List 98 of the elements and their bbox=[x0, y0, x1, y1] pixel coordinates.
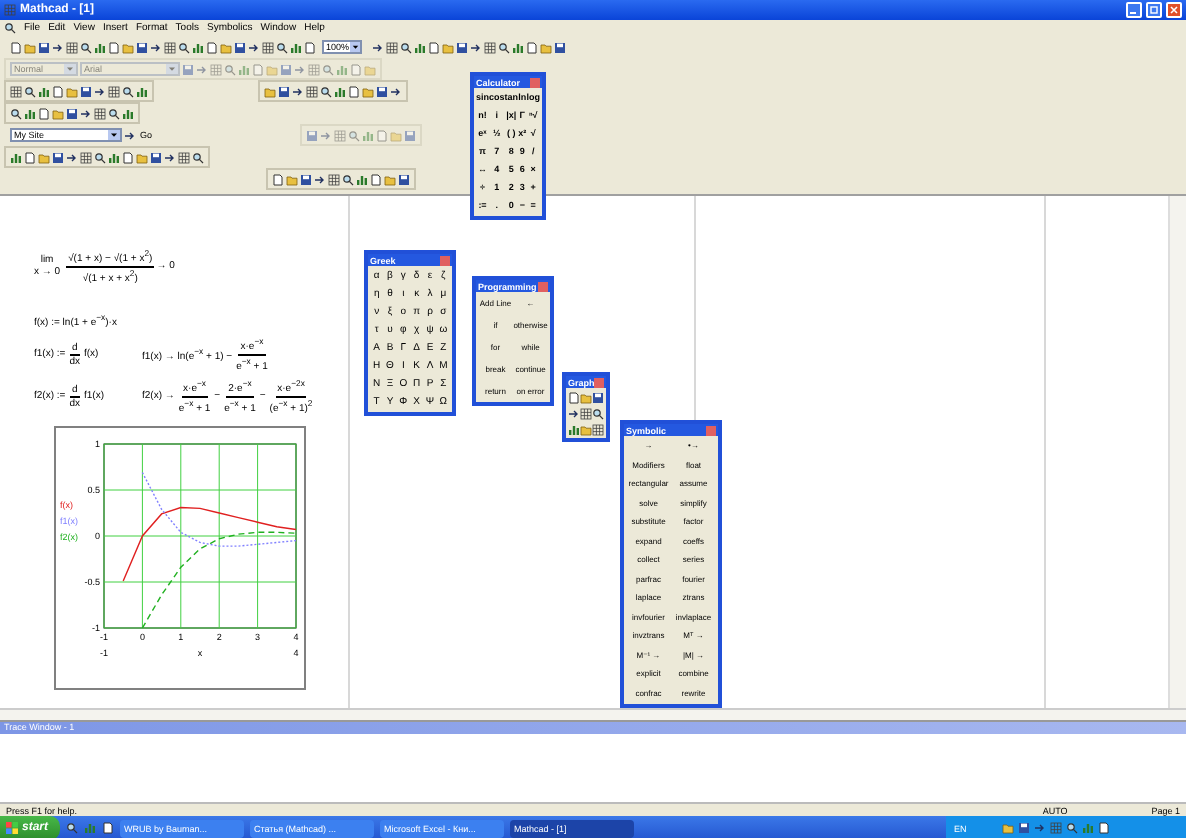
arrow-icon[interactable] bbox=[248, 41, 260, 53]
bar-chart-icon[interactable] bbox=[108, 151, 120, 163]
disk-icon[interactable] bbox=[300, 173, 312, 185]
dropdown-arrow-icon[interactable] bbox=[349, 42, 360, 52]
disk-icon[interactable] bbox=[592, 391, 604, 403]
grid-icon[interactable] bbox=[306, 85, 318, 97]
bar-chart-icon[interactable] bbox=[24, 107, 36, 119]
arrow-icon[interactable] bbox=[292, 85, 304, 97]
horizontal-scrollbar[interactable] bbox=[0, 708, 1186, 720]
arrow-icon[interactable] bbox=[94, 85, 106, 97]
document-icon[interactable] bbox=[304, 41, 316, 53]
document-icon[interactable] bbox=[24, 151, 36, 163]
bar-chart-icon[interactable] bbox=[38, 85, 50, 97]
document-icon[interactable] bbox=[428, 41, 440, 53]
search-icon[interactable] bbox=[4, 22, 16, 34]
arrow-icon[interactable] bbox=[150, 41, 162, 53]
close-icon bbox=[1170, 6, 1178, 14]
document-icon[interactable] bbox=[108, 41, 120, 53]
arrow-icon[interactable] bbox=[470, 41, 482, 53]
document-icon[interactable] bbox=[526, 41, 538, 53]
arrow-icon[interactable] bbox=[80, 107, 92, 119]
grid-icon[interactable] bbox=[386, 41, 398, 53]
search-icon[interactable] bbox=[276, 41, 288, 53]
bar-chart-icon[interactable] bbox=[94, 41, 106, 53]
search-icon[interactable] bbox=[342, 173, 354, 185]
bar-chart-icon[interactable] bbox=[414, 41, 426, 53]
search-icon[interactable] bbox=[178, 41, 190, 53]
document-icon[interactable] bbox=[1098, 822, 1111, 834]
grid-icon[interactable] bbox=[94, 107, 106, 119]
search-icon[interactable] bbox=[1066, 822, 1079, 834]
disk-icon[interactable] bbox=[554, 41, 566, 53]
search-icon[interactable] bbox=[24, 85, 36, 97]
minimize-icon bbox=[1130, 6, 1138, 14]
search-icon[interactable] bbox=[80, 41, 92, 53]
document-icon[interactable] bbox=[206, 41, 218, 53]
folder-icon[interactable] bbox=[580, 423, 592, 435]
bar-chart-icon[interactable] bbox=[356, 173, 368, 185]
disk-icon[interactable] bbox=[66, 107, 78, 119]
disk-icon[interactable] bbox=[398, 173, 410, 185]
document-icon[interactable] bbox=[370, 173, 382, 185]
arrow-icon[interactable] bbox=[390, 85, 402, 97]
document-icon[interactable] bbox=[10, 41, 22, 53]
maximize-button[interactable] bbox=[1146, 2, 1162, 18]
vertical-scrollbar[interactable] bbox=[1168, 196, 1186, 708]
disk-icon[interactable] bbox=[376, 85, 388, 97]
search-icon[interactable] bbox=[66, 822, 79, 834]
bar-chart-icon[interactable] bbox=[568, 423, 580, 435]
document-icon[interactable] bbox=[122, 151, 134, 163]
bar-chart-icon[interactable] bbox=[334, 85, 346, 97]
search-icon[interactable] bbox=[94, 151, 106, 163]
dropdown-arrow-icon[interactable] bbox=[108, 130, 120, 140]
windows-flag-icon bbox=[6, 822, 18, 834]
bar-chart-icon[interactable] bbox=[512, 41, 524, 53]
grid-icon[interactable] bbox=[262, 41, 274, 53]
search-icon[interactable] bbox=[108, 107, 120, 119]
disk-icon[interactable] bbox=[80, 85, 92, 97]
arrow-icon[interactable] bbox=[314, 173, 326, 185]
disk-icon[interactable] bbox=[150, 151, 162, 163]
disk-icon[interactable] bbox=[234, 41, 246, 53]
maximize-icon bbox=[1150, 6, 1158, 14]
disk-icon[interactable] bbox=[38, 41, 50, 53]
search-icon[interactable] bbox=[592, 407, 604, 419]
search-icon[interactable] bbox=[320, 85, 332, 97]
bar-chart-icon[interactable] bbox=[192, 41, 204, 53]
arrow-icon[interactable] bbox=[164, 151, 176, 163]
disk-icon[interactable] bbox=[278, 85, 290, 97]
search-icon[interactable] bbox=[192, 151, 204, 163]
arrow-icon[interactable] bbox=[124, 129, 136, 141]
document-icon[interactable] bbox=[102, 822, 115, 834]
grid-icon[interactable] bbox=[164, 41, 176, 53]
arrow-icon[interactable] bbox=[66, 151, 78, 163]
disk-icon[interactable] bbox=[456, 41, 468, 53]
grid-icon[interactable] bbox=[80, 151, 92, 163]
search-icon[interactable] bbox=[10, 107, 22, 119]
bar-chart-icon[interactable] bbox=[122, 107, 134, 119]
search-icon[interactable] bbox=[122, 85, 134, 97]
minimize-button[interactable] bbox=[1126, 2, 1142, 18]
disk-icon[interactable] bbox=[1018, 822, 1031, 834]
search-icon[interactable] bbox=[400, 41, 412, 53]
grid-icon[interactable] bbox=[484, 41, 496, 53]
grid-icon[interactable] bbox=[592, 423, 604, 435]
bar-chart-icon[interactable] bbox=[136, 85, 148, 97]
close-button[interactable] bbox=[1166, 2, 1182, 18]
search-icon[interactable] bbox=[498, 41, 510, 53]
grid-icon[interactable] bbox=[328, 173, 340, 185]
document-icon[interactable] bbox=[272, 173, 284, 185]
arrow-icon[interactable] bbox=[372, 41, 384, 53]
grid-icon[interactable] bbox=[10, 85, 22, 97]
grid-icon[interactable] bbox=[108, 85, 120, 97]
bar-chart-icon[interactable] bbox=[10, 151, 22, 163]
arrow-icon[interactable] bbox=[568, 407, 580, 419]
grid-icon[interactable] bbox=[580, 407, 592, 419]
grid-icon[interactable] bbox=[66, 41, 78, 53]
grid-icon[interactable] bbox=[178, 151, 190, 163]
disk-icon[interactable] bbox=[52, 151, 64, 163]
bar-chart-icon[interactable] bbox=[290, 41, 302, 53]
arrow-icon[interactable] bbox=[52, 41, 64, 53]
disk-icon[interactable] bbox=[136, 41, 148, 53]
